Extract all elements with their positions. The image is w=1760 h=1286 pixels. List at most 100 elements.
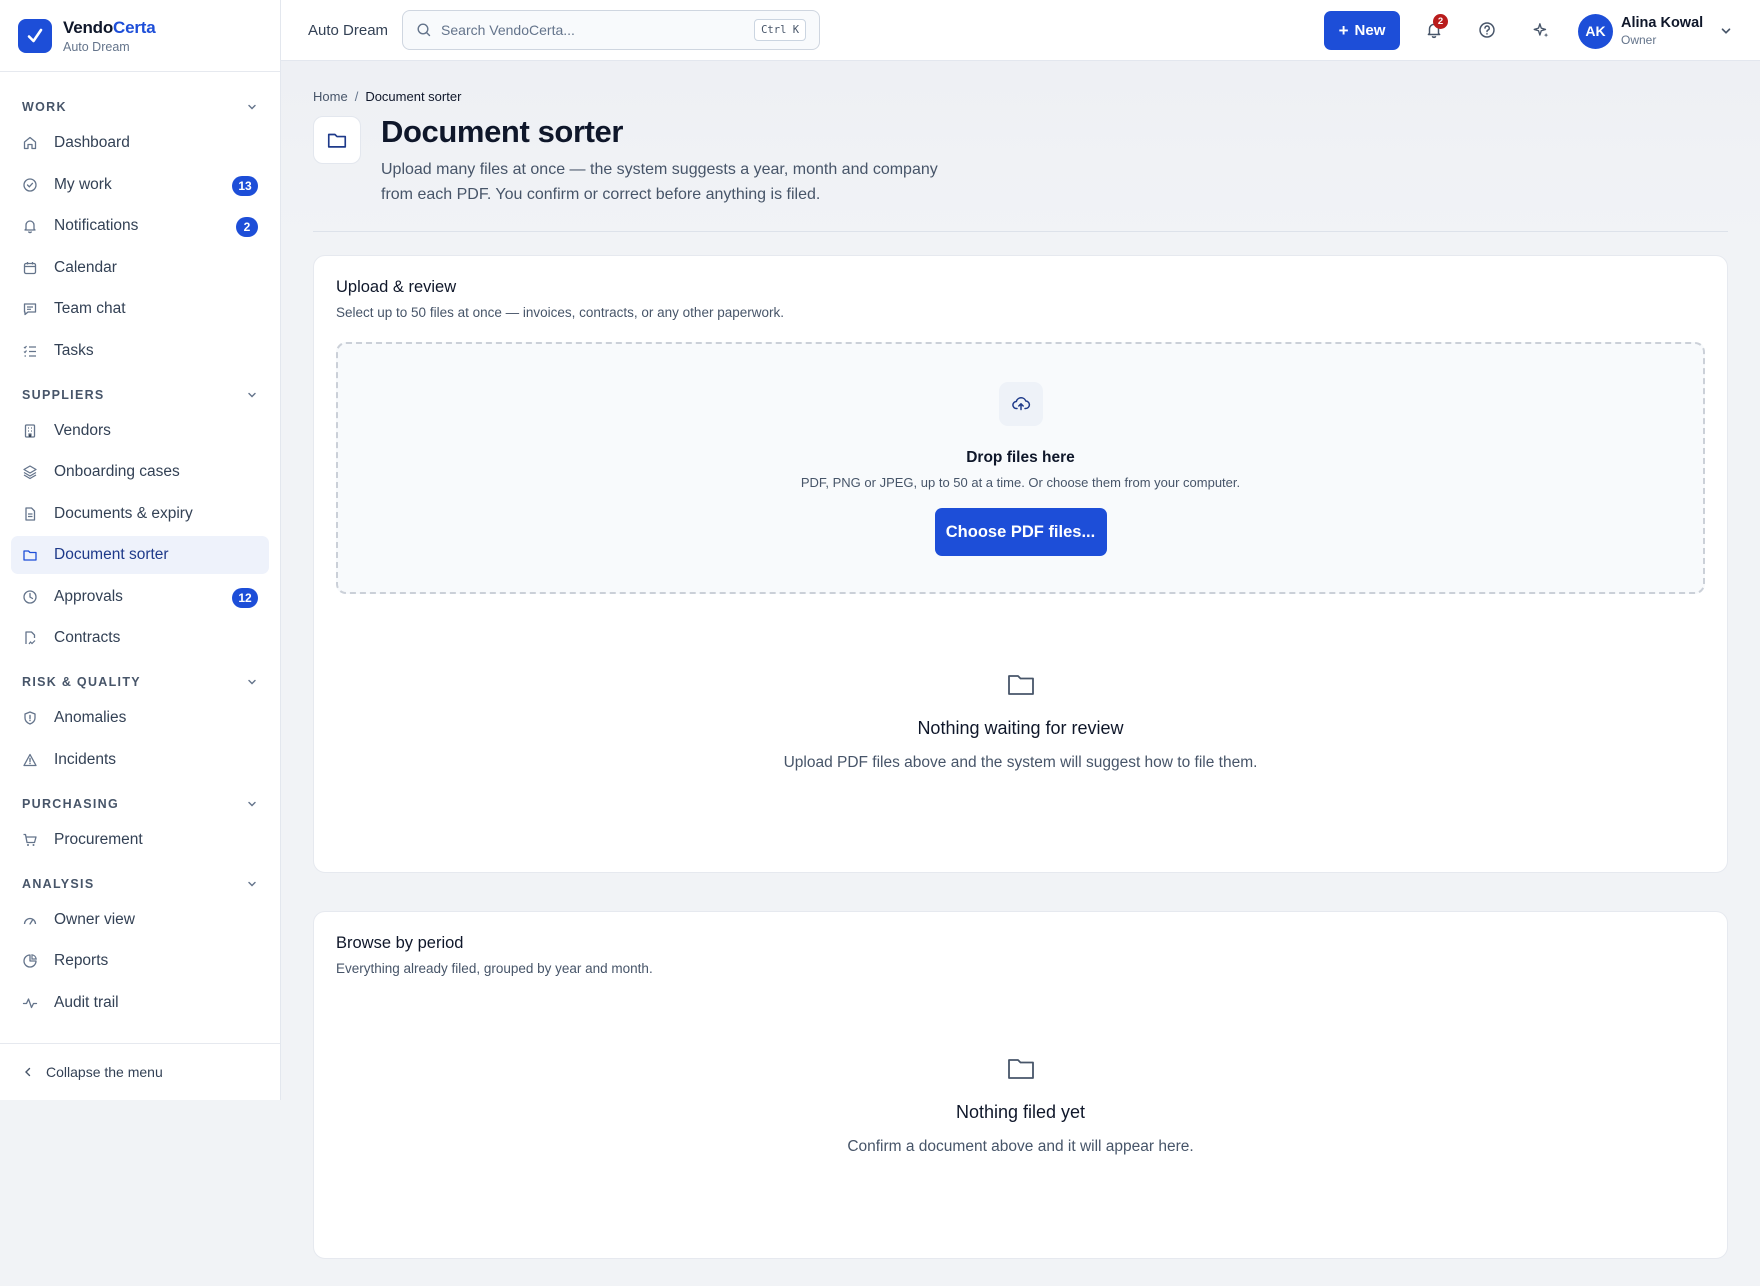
card-subtitle: Everything already filed, grouped by yea… xyxy=(336,961,653,976)
section-label: ANALYSIS xyxy=(22,876,95,891)
sidebar-item-label: Documents & expiry xyxy=(54,504,193,522)
sidebar-item-notifications[interactable]: Notifications 2 xyxy=(11,207,269,245)
search-input[interactable] xyxy=(441,22,755,38)
card-subtitle: Select up to 50 files at once — invoices… xyxy=(336,305,784,320)
sidebar-item-label: Procurement xyxy=(54,830,143,848)
sidebar-item-document-sorter[interactable]: Document sorter xyxy=(11,536,269,574)
cart-icon xyxy=(23,833,37,846)
sidebar-item-label: Approvals xyxy=(54,587,123,605)
building-icon xyxy=(24,423,36,438)
sidebar-item-label: Notifications xyxy=(54,217,139,234)
help-circle-icon xyxy=(1479,22,1495,38)
sidebar-item-label: Calendar xyxy=(54,258,117,276)
search-icon xyxy=(417,23,431,37)
empty-state-title: Nothing filed yet xyxy=(955,1102,1086,1122)
home-icon xyxy=(23,136,37,150)
sidebar-item-anomalies[interactable]: Anomalies xyxy=(11,699,269,737)
new-button[interactable]: + New xyxy=(1324,11,1400,50)
sidebar-item-contracts[interactable]: Contracts xyxy=(11,619,269,657)
sidebar-item-vendors[interactable]: Vendors xyxy=(11,412,269,450)
empty-state-subtitle: Confirm a document above and it will app… xyxy=(847,1138,1194,1155)
sidebar-item-owner-view[interactable]: Owner view xyxy=(11,901,269,939)
sidebar-item-label: Reports xyxy=(54,952,109,969)
sidebar-item-reports[interactable]: Reports xyxy=(11,942,269,980)
collapse-menu-button[interactable]: Collapse the menu xyxy=(0,1043,280,1100)
sidebar-item-label: Owner view xyxy=(54,910,135,928)
sidebar-item-incidents[interactable]: Incidents xyxy=(11,741,269,779)
sidebar-item-approvals[interactable]: Approvals 12 xyxy=(11,578,269,616)
sidebar-item-label: Team chat xyxy=(54,300,126,317)
sidebar-item-team-chat[interactable]: Team chat xyxy=(11,290,269,328)
cloud-upload-icon xyxy=(998,382,1043,426)
sidebar-item-my-work[interactable]: My work 13 xyxy=(11,166,269,204)
clock-icon xyxy=(23,589,37,604)
sidebar-item-calendar[interactable]: Calendar xyxy=(11,249,269,287)
sidebar-item-label: Contracts xyxy=(54,629,121,646)
upload-review-card: Upload & review Select up to 50 files at… xyxy=(313,255,1728,873)
warning-triangle-icon xyxy=(23,753,37,766)
count-badge: 13 xyxy=(232,175,258,196)
section-label: RISK & QUALITY xyxy=(22,675,141,689)
collapse-menu-label: Collapse the menu xyxy=(46,1064,163,1080)
file-icon xyxy=(25,506,36,521)
sidebar-item-label: Vendors xyxy=(54,421,111,439)
section-purchasing-toggle[interactable]: PURCHASING xyxy=(11,787,269,821)
top-bar: Auto Dream Ctrl K + New 2 AK Alina Kowal… xyxy=(281,0,1760,61)
sidebar-item-label: Dashboard xyxy=(54,134,130,151)
bell-icon xyxy=(24,220,36,234)
search-shortcut-hint: Ctrl K xyxy=(754,19,807,41)
sidebar-item-audit-trail[interactable]: Audit trail xyxy=(11,984,269,1022)
section-label: SUPPLIERS xyxy=(22,387,105,402)
section-label: PURCHASING xyxy=(22,796,120,811)
sidebar-item-dashboard[interactable]: Dashboard xyxy=(11,124,269,162)
notifications-button[interactable]: 2 xyxy=(1420,14,1448,44)
section-analysis-toggle[interactable]: ANALYSIS xyxy=(11,867,269,901)
ai-assistant-button[interactable] xyxy=(1527,16,1555,44)
search-box[interactable]: Ctrl K xyxy=(402,10,821,50)
shield-alert-icon xyxy=(24,711,36,725)
sidebar-item-label: Anomalies xyxy=(54,709,127,726)
choose-pdf-files-button[interactable]: Choose PDF files... xyxy=(934,508,1107,556)
sidebar: VendoCerta Auto Dream WORK Dashboard My … xyxy=(0,0,281,1100)
dropzone-subtitle: PDF, PNG or JPEG, up to 50 at a time. Or… xyxy=(800,475,1241,490)
breadcrumb-home-link[interactable]: Home xyxy=(313,89,348,104)
page-header: Document sorter Upload many files at onc… xyxy=(313,114,941,207)
brand-workspace: Auto Dream xyxy=(63,39,130,54)
calendar-icon xyxy=(23,261,37,274)
help-button[interactable] xyxy=(1473,16,1501,44)
breadcrumb-separator: / xyxy=(354,89,359,104)
section-suppliers-toggle[interactable]: SUPPLIERS xyxy=(11,378,269,412)
page-title: Document sorter xyxy=(381,114,624,149)
user-role: Owner xyxy=(1621,33,1657,47)
breadcrumb: Home / Document sorter xyxy=(313,89,461,104)
user-menu[interactable]: AK Alina Kowal Owner xyxy=(1578,11,1733,51)
card-title: Browse by period xyxy=(336,934,464,952)
empty-state-title: Nothing waiting for review xyxy=(917,718,1124,738)
count-badge: 2 xyxy=(236,217,258,237)
card-title: Upload & review xyxy=(336,278,457,296)
review-empty-state: Nothing waiting for review Upload PDF fi… xyxy=(314,668,1727,772)
folder-icon xyxy=(1007,1059,1034,1079)
sidebar-item-procurement[interactable]: Procurement xyxy=(11,821,269,859)
chevron-down-icon xyxy=(248,392,256,397)
folder-icon xyxy=(313,116,361,164)
folder-icon xyxy=(23,550,37,561)
section-risk-quality-toggle[interactable]: RISK & QUALITY xyxy=(11,665,269,699)
file-dropzone[interactable]: Drop files here PDF, PNG or JPEG, up to … xyxy=(336,342,1705,594)
layers-icon xyxy=(23,465,37,480)
sidebar-item-label: Onboarding cases xyxy=(54,463,180,480)
pie-chart-icon xyxy=(23,954,37,968)
section-work-toggle[interactable]: WORK xyxy=(11,90,269,124)
chevron-left-icon xyxy=(25,1067,31,1077)
chevron-down-icon xyxy=(248,104,256,110)
gauge-icon xyxy=(23,917,37,925)
sidebar-item-tasks[interactable]: Tasks xyxy=(11,332,269,370)
workspace-switcher[interactable]: Auto Dream xyxy=(308,22,388,39)
chevron-down-icon xyxy=(248,679,256,685)
sidebar-item-documents-expiry[interactable]: Documents & expiry xyxy=(11,495,269,533)
brand-header[interactable]: VendoCerta Auto Dream xyxy=(0,0,280,72)
brand-name: VendoCerta xyxy=(63,17,156,37)
new-button-label: New xyxy=(1354,22,1386,39)
sidebar-item-onboarding-cases[interactable]: Onboarding cases xyxy=(11,453,269,491)
chevron-down-icon xyxy=(248,801,256,806)
